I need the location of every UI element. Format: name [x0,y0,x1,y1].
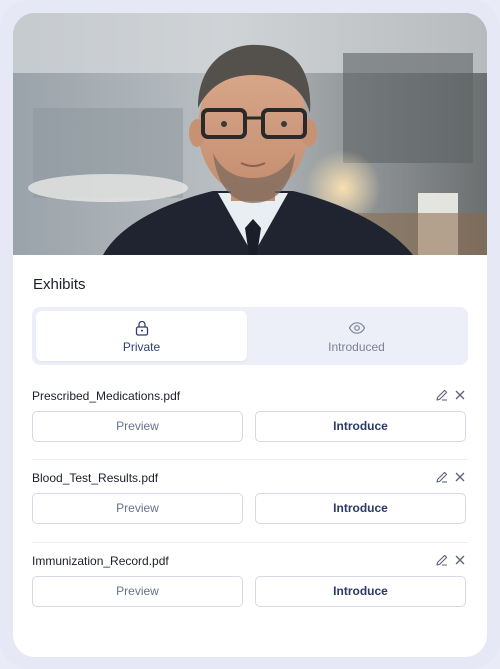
edit-icon[interactable] [435,388,449,402]
exhibit-filename: Blood_Test_Results.pdf [32,471,159,485]
tab-private-label: Private [122,340,161,354]
exhibit-tabs: Private Introduced [32,307,468,365]
introduce-button[interactable]: Introduce [255,493,466,524]
preview-button[interactable]: Preview [32,576,243,607]
exhibits-card: Exhibits Private Introduced Prescribed_M… [13,13,487,657]
divider [32,542,468,543]
exhibits-title: Exhibits [33,276,86,293]
eye-icon [348,322,365,334]
tab-private[interactable]: Private [36,311,247,361]
edit-icon[interactable] [435,553,449,567]
tab-introduced-label: Introduced [328,340,385,354]
exhibit-filename: Prescribed_Medications.pdf [32,389,181,403]
close-icon[interactable] [453,470,467,484]
introduce-button[interactable]: Introduce [255,411,466,442]
edit-icon[interactable] [435,470,449,484]
device-frame: Exhibits Private Introduced Prescribed_M… [0,0,500,669]
close-icon[interactable] [453,388,467,402]
introduce-button[interactable]: Introduce [255,576,466,607]
close-icon[interactable] [453,553,467,567]
lock-icon [135,320,148,336]
divider [32,459,468,460]
preview-button[interactable]: Preview [32,411,243,442]
participant-video-image [13,13,487,255]
participant-video [13,13,487,255]
preview-button[interactable]: Preview [32,493,243,524]
exhibit-filename: Immunization_Record.pdf [32,554,169,568]
tab-introduced[interactable]: Introduced [251,311,462,361]
